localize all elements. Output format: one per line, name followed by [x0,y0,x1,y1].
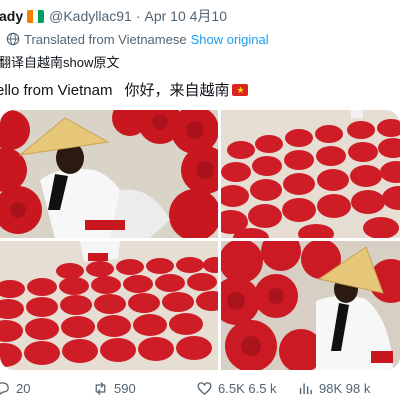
like-button[interactable]: 6.5K 6.5 k [196,378,277,398]
translated-label: Translated from Vietnamese [24,31,187,47]
tweet-text-zh: 你好，来自越南 [124,82,230,99]
vietnam-flag-icon [232,84,249,96]
original-text-line: 翻译自越南show原文 [0,55,120,70]
tweet-text: ello from Vietnam 你好，来自越南 [0,79,249,100]
views-count: 98K 98 k [319,380,371,396]
globe-icon [6,32,20,46]
action-bar: 20 590 6.5K 6.5 k 98K 98 k [0,378,400,400]
reply-button[interactable]: 20 [0,378,30,398]
retweet-icon [95,381,106,395]
views-button[interactable]: 98K 98 k [297,378,370,398]
reply-count: 20 [16,380,31,396]
photo-3[interactable] [0,241,218,370]
views-chart-icon [299,383,312,394]
display-name[interactable]: ady [0,8,23,24]
media-grid [0,110,400,370]
user-handle[interactable]: @Kadyllac91 [49,8,132,24]
like-count: 6.5K 6.5 k [218,380,277,396]
tweet-text-en: ello from Vietnam [0,82,113,99]
photo-1[interactable] [0,110,218,238]
show-original-link[interactable]: Show original [191,32,269,47]
photo-4[interactable] [221,241,400,370]
dot-separator: · [135,8,141,24]
ivory-coast-flag-icon [27,9,45,23]
translation-row: Translated from Vietnamese Show original [6,30,269,48]
tweet-header: ady @Kadyllac91 · Apr 10 4月10 [0,4,400,28]
reply-icon [0,381,9,395]
heart-icon [197,381,212,395]
retweet-count: 590 [114,380,136,396]
photo-2[interactable] [221,110,400,238]
retweet-button[interactable]: 590 [92,378,136,398]
tweet-date[interactable]: Apr 10 4月10 [145,6,228,26]
